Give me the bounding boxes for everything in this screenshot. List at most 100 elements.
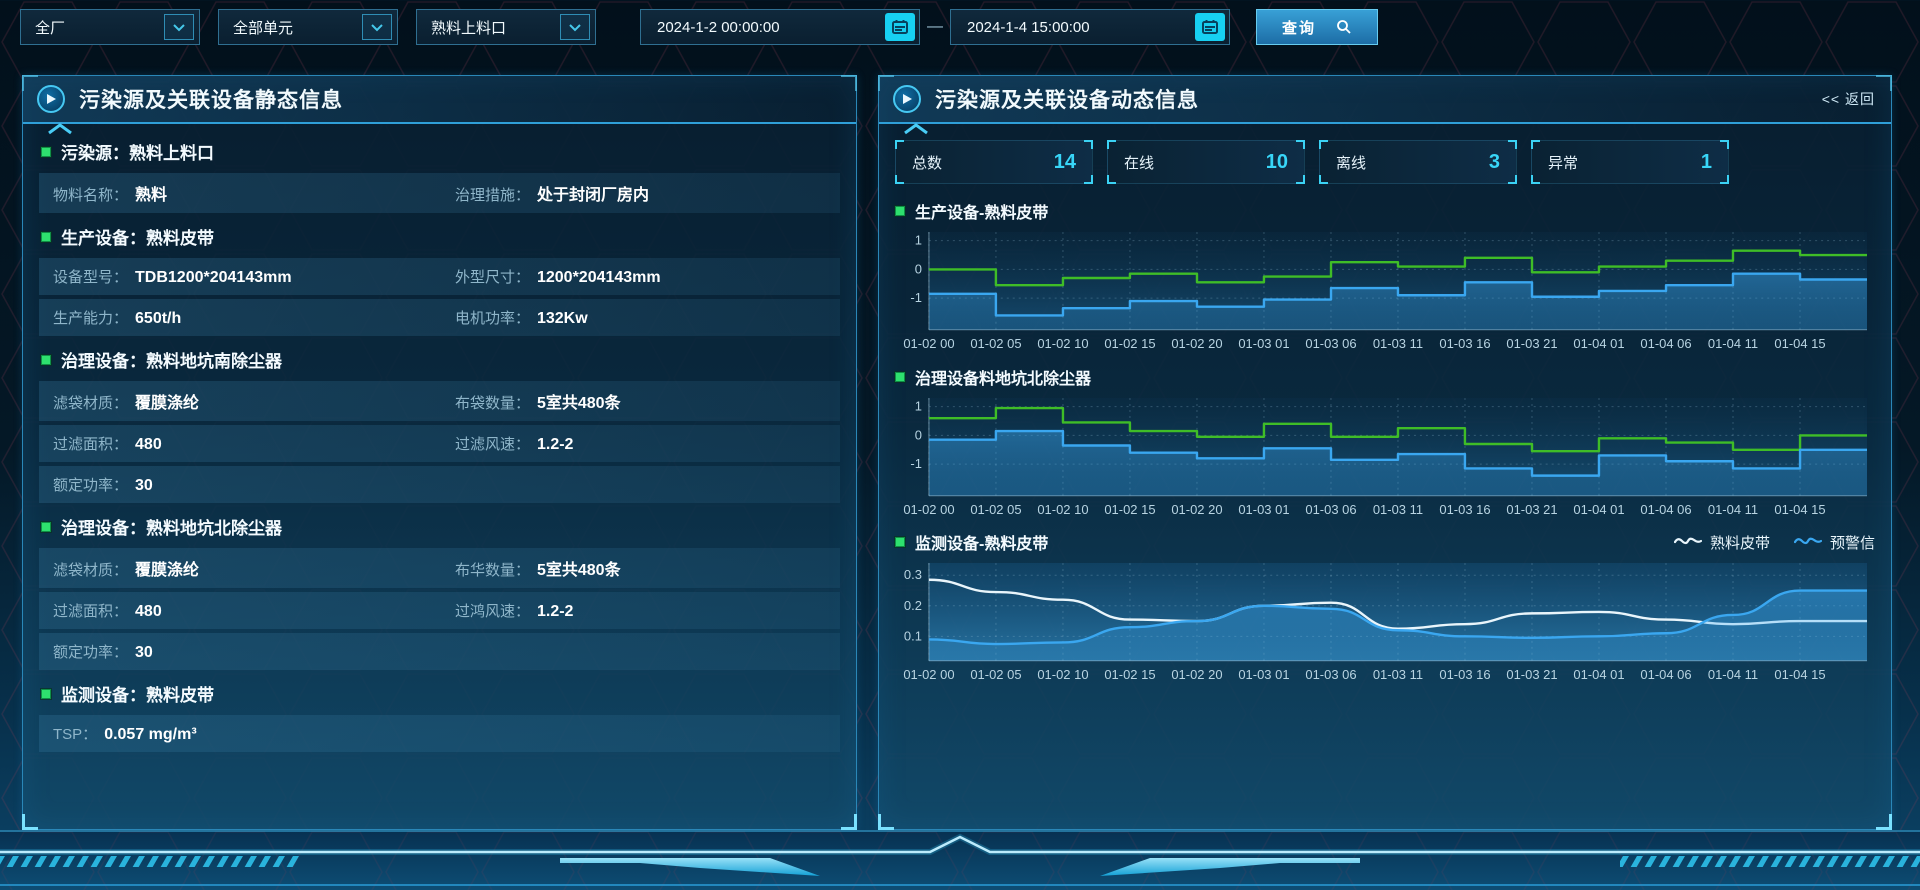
stat-label: 异常 [1548,152,1578,173]
svg-text:01-02 15: 01-02 15 [1104,667,1155,682]
svg-text:01-03 21: 01-03 21 [1506,667,1557,682]
static-info-list: 污染源：熟料上料口物料名称：熟料治理措施：处于封闭厂房内生产设备：熟料皮带设备型… [23,124,856,752]
stat-value: 3 [1489,151,1500,174]
chart-block: 生产设备-熟料皮带10-101-02 0001-02 0501-02 1001-… [895,196,1875,356]
svg-text:01-03 01: 01-03 01 [1238,501,1289,516]
bracket-corner [1319,175,1328,184]
legend-label: 熟料皮带 [1710,532,1770,553]
legend-item[interactable]: 预警信 [1794,532,1875,553]
date-from-value: 2024-1-2 00:00:00 [657,19,780,36]
svg-text:01-04 15: 01-04 15 [1774,501,1825,516]
info-row: 额定功率：30 [39,633,840,670]
chevron-down-icon [164,14,194,40]
info-label: 滤袋材质： [53,392,128,413]
info-cell: 过滤面积：480 [53,433,455,454]
bracket-corner [1720,175,1729,184]
plant-select[interactable]: 全厂 [20,9,200,45]
stat-card: 离线 3 [1319,140,1517,184]
stat-label: 在线 [1124,152,1154,173]
svg-text:1: 1 [915,233,922,248]
bracket-corner [895,140,904,149]
source-select[interactable]: 熟料上料口 [416,9,596,45]
section-header: 治理设备：熟料地坑北除尘器 [39,507,840,544]
green-square-icon [41,232,51,242]
info-value: 480 [135,603,162,621]
svg-text:01-02 05: 01-02 05 [970,501,1021,516]
play-icon [37,85,65,113]
svg-text:01-03 21: 01-03 21 [1506,336,1557,351]
calendar-icon[interactable] [885,13,915,41]
green-square-icon [895,206,905,216]
info-value: 30 [135,477,153,495]
stat-label: 离线 [1336,152,1366,173]
info-cell: 物料名称：熟料 [53,181,455,205]
info-value: 处于封闭厂房内 [537,181,649,205]
svg-text:01-04 01: 01-04 01 [1573,336,1624,351]
static-info-panel: 污染源及关联设备静态信息 污染源：熟料上料口物料名称：熟料治理措施：处于封闭厂房… [22,75,857,830]
svg-text:01-02 00: 01-02 00 [903,336,954,351]
chart-title: 生产设备-熟料皮带 [915,199,1048,223]
info-value: 0.057 mg/m³ [104,726,196,744]
svg-text:01-03 06: 01-03 06 [1305,667,1356,682]
stat-value: 10 [1266,151,1288,174]
date-range-separator: — [920,18,950,36]
info-row: 物料名称：熟料治理措施：处于封闭厂房内 [39,173,840,213]
date-from-input[interactable]: 2024-1-2 00:00:00 [640,9,920,45]
svg-text:01-02 15: 01-02 15 [1104,501,1155,516]
svg-text:01-04 11: 01-04 11 [1708,667,1758,682]
green-square-icon [895,372,905,382]
info-value: 5室共480条 [537,389,621,413]
wave-line-icon [1794,534,1822,551]
info-cell: 生产能力：650t/h [53,307,455,328]
info-cell: 额定功率：30 [53,474,455,495]
query-button[interactable]: 查询 [1256,9,1378,45]
svg-text:01-02 00: 01-02 00 [903,667,954,682]
unit-select[interactable]: 全部单元 [218,9,398,45]
bracket-corner [1531,175,1540,184]
chart-canvas[interactable]: 10-101-02 0001-02 0501-02 1001-02 1501-0… [895,392,1875,522]
calendar-icon[interactable] [1195,13,1225,41]
info-value: 5室共480条 [537,556,621,580]
svg-text:01-03 16: 01-03 16 [1439,667,1490,682]
date-to-input[interactable]: 2024-1-4 15:00:00 [950,9,1230,45]
svg-text:01-03 16: 01-03 16 [1439,501,1490,516]
info-label: 布袋数量： [455,392,530,413]
info-label: 额定功率： [53,641,128,662]
svg-text:01-02 20: 01-02 20 [1171,336,1222,351]
svg-text:01-02 20: 01-02 20 [1171,501,1222,516]
legend-item[interactable]: 熟料皮带 [1674,532,1770,553]
info-cell: 额定功率：30 [53,641,455,662]
chart-title-row: 生产设备-熟料皮带 [895,196,1875,226]
bracket-corner [1296,175,1305,184]
green-square-icon [41,147,51,157]
svg-text:01-03 06: 01-03 06 [1305,501,1356,516]
svg-text:01-03 06: 01-03 06 [1305,336,1356,351]
caret-decoration [47,123,73,135]
section-header: 污染源：熟料上料口 [39,132,840,169]
bracket-corner [1720,140,1729,149]
svg-text:0: 0 [915,427,922,442]
back-button[interactable]: << 返回 [1822,89,1875,109]
section-title: 治理设备：熟料地坑北除尘器 [61,514,282,539]
dynamic-panel-header: 污染源及关联设备动态信息 << 返回 [879,76,1891,124]
stat-value: 14 [1054,151,1076,174]
info-value: 1.2-2 [537,436,573,454]
info-cell: 设备型号：TDB1200*204143mm [53,266,455,287]
chart-title: 治理设备料地坑北除尘器 [915,365,1091,389]
svg-text:01-03 01: 01-03 01 [1238,336,1289,351]
chevron-down-icon [560,14,590,40]
info-value: 480 [135,436,162,454]
chart-canvas[interactable]: 0.30.20.101-02 0001-02 0501-02 1001-02 1… [895,557,1875,687]
info-cell: 滤袋材质：覆膜涤纶 [53,556,455,580]
info-row: 滤袋材质：覆膜涤纶布华数量：5室共480条 [39,548,840,588]
chart-title: 监测设备-熟料皮带 [915,530,1048,554]
section-title: 污染源：熟料上料口 [61,139,214,164]
search-icon [1336,19,1352,35]
svg-text:0: 0 [915,261,922,276]
date-to-value: 2024-1-4 15:00:00 [967,19,1090,36]
svg-text:01-04 06: 01-04 06 [1640,667,1691,682]
chart-canvas[interactable]: 10-101-02 0001-02 0501-02 1001-02 1501-0… [895,226,1875,356]
info-row: 设备型号：TDB1200*204143mm外型尺寸：1200*204143mm [39,258,840,295]
info-label: 过鸿风速： [455,600,530,621]
info-cell: 布袋数量： 5室共480条 [455,389,826,413]
